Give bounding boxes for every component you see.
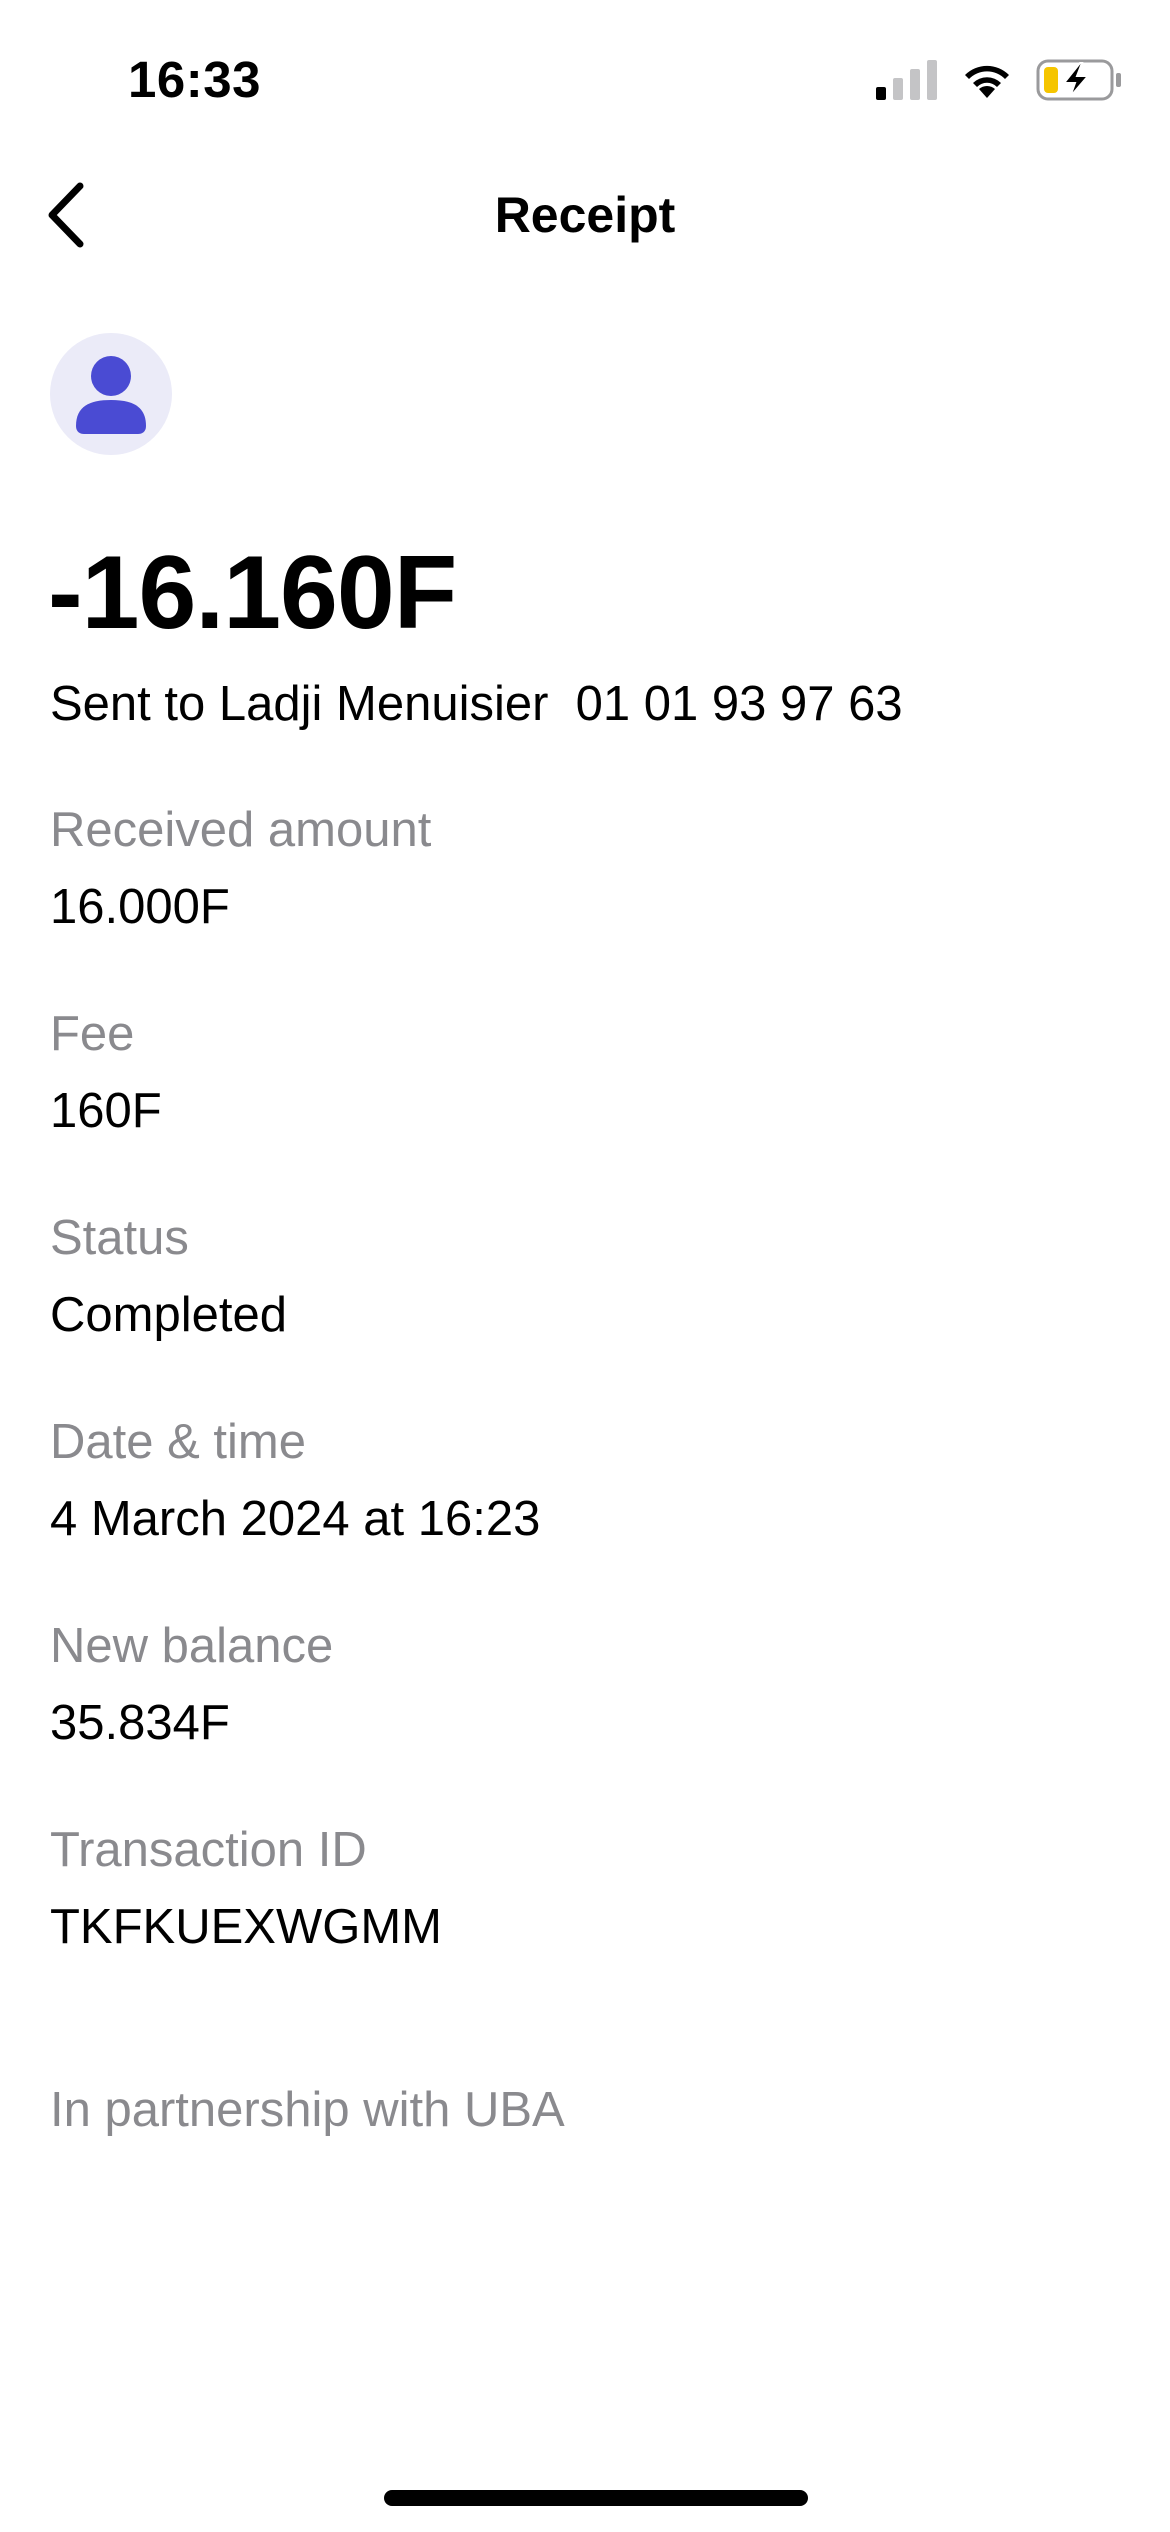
detail-value[interactable]: TKFKUEXWGMM: [50, 1897, 1120, 1957]
home-indicator[interactable]: [384, 2490, 808, 2506]
detail-value: 160F: [50, 1084, 162, 1138]
detail-value: Completed: [50, 1288, 287, 1342]
person-icon: [76, 356, 146, 434]
status-icons: [876, 58, 1122, 102]
avatar: [50, 333, 172, 455]
detail-transaction-id: Transaction ID TKFKUEXWGMM: [50, 1820, 1120, 2024]
detail-label: Fee: [50, 1007, 135, 1061]
detail-new-balance: New balance 35.834F: [50, 1616, 1120, 1820]
status-time: 16:33: [128, 51, 261, 108]
detail-value: 4 March 2024 at 16:23: [50, 1492, 541, 1546]
detail-label: New balance: [50, 1619, 334, 1673]
status-bar: 16:33: [0, 0, 1170, 150]
detail-value: 35.834F: [50, 1696, 230, 1750]
partnership-note: In partnership with UBA: [50, 2083, 565, 2137]
recipient-line: Sent to Ladji Menuisier 01 01 93 97 63: [50, 677, 903, 731]
detail-status: Status Completed: [50, 1208, 1120, 1412]
detail-value: 16.000F: [50, 880, 230, 934]
page-title: Receipt: [494, 187, 676, 243]
detail-date-time: Date & time 4 March 2024 at 16:23: [50, 1412, 1120, 1616]
detail-fee: Fee 160F: [50, 1004, 1120, 1208]
nav-bar: Receipt: [0, 160, 1170, 270]
transaction-amount: -16.160F: [48, 535, 457, 651]
transaction-details: Received amount 16.000F Fee 160F Status …: [50, 800, 1120, 2024]
receipt-screen: 16:33 Receipt -16.160F Sent to Ladji Men…: [0, 0, 1170, 2532]
detail-label: Status: [50, 1211, 189, 1265]
detail-label: Received amount: [50, 803, 432, 857]
detail-label: Date & time: [50, 1415, 306, 1469]
cellular-signal-icon: [876, 60, 937, 100]
detail-label: Transaction ID: [50, 1823, 367, 1877]
home-indicator-area: [0, 2472, 1170, 2532]
wifi-icon: [965, 65, 1009, 98]
battery-charging-icon: [1036, 59, 1121, 101]
detail-received-amount: Received amount 16.000F: [50, 800, 1120, 1004]
